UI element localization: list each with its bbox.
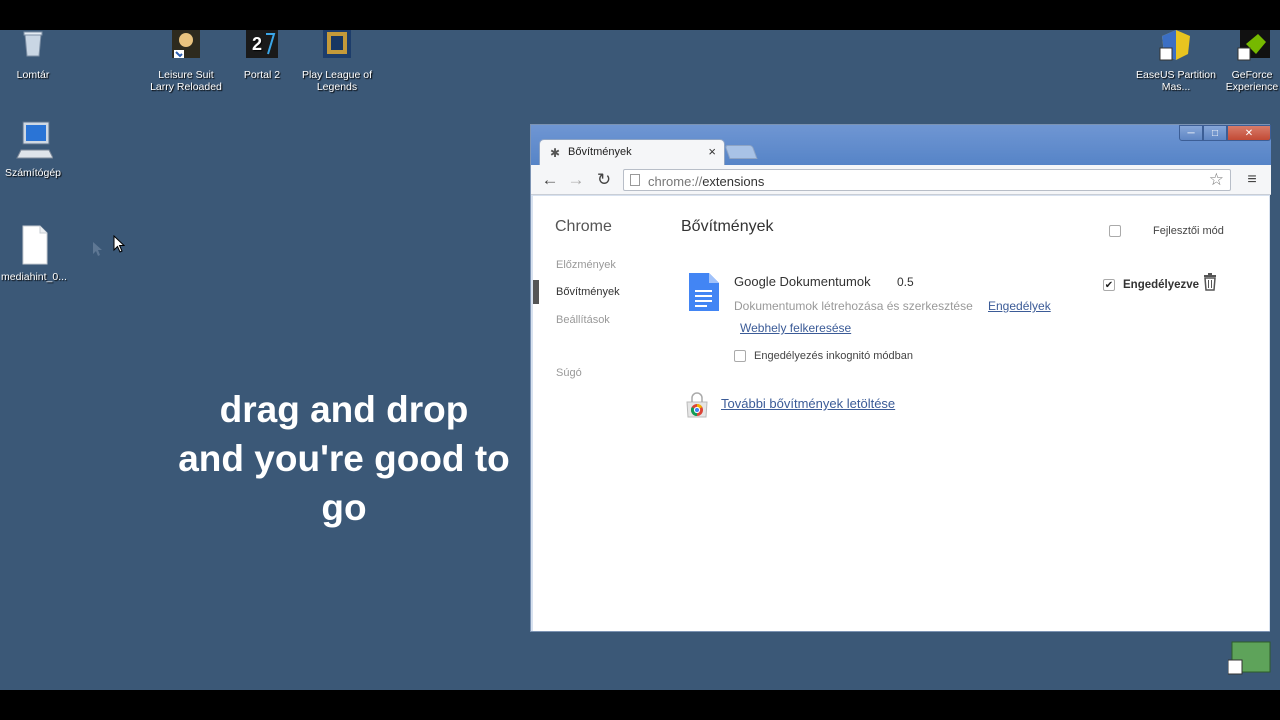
enabled-checkbox[interactable]: ✔ (1103, 279, 1115, 291)
visit-website-link[interactable]: Webhely felkeresése (740, 321, 851, 335)
desktop-icon-label: Play League of Legends (301, 69, 373, 93)
desktop-icon-label: EaseUS Partition Mas... (1136, 69, 1216, 93)
letterbox-bottom (0, 690, 1280, 720)
overlay-caption-line: and you're good to (178, 438, 510, 479)
permissions-link[interactable]: Engedélyek (988, 299, 1051, 313)
extensions-page: Chrome Előzmények Bővítmények Beállításo… (533, 196, 1269, 631)
developer-mode-label: Fejlesztői mód (1153, 225, 1224, 237)
extension-version: 0.5 (897, 275, 914, 289)
menu-icon[interactable]: ≡ (1241, 170, 1263, 190)
back-arrow-icon[interactable]: ← (540, 170, 560, 190)
sidebar-item-extensions[interactable]: Bővítmények (556, 286, 620, 298)
svg-text:2: 2 (252, 34, 262, 54)
reload-icon[interactable]: ↻ (594, 170, 614, 190)
game-shortcut-icon (172, 30, 200, 58)
chrome-window: ✱ Bővítmények × ─ □ ✕ ← → ↻ chrome://ext… (530, 124, 1271, 632)
forward-arrow-icon[interactable]: → (566, 170, 586, 190)
recycle-bin-icon (23, 31, 43, 57)
puzzle-icon: ✱ (550, 146, 561, 160)
developer-mode-checkbox[interactable] (1109, 225, 1121, 237)
tab-close-icon[interactable]: × (708, 144, 716, 159)
address-bar[interactable]: chrome://extensions ☆ (623, 169, 1231, 191)
app-shortcut-icon (1237, 30, 1270, 61)
enabled-label: Engedélyezve (1123, 279, 1200, 291)
tab-title: Bővítmények (568, 146, 632, 158)
url-path: extensions (702, 174, 765, 189)
sidebar-item-history[interactable]: Előzmények (556, 259, 616, 271)
overlay-caption-line: drag and drop (219, 389, 469, 430)
incognito-checkbox[interactable] (734, 350, 746, 362)
desktop-icon-mediahint-file[interactable]: mediahint_0... (0, 224, 74, 283)
ghost-cursor-icon (93, 242, 102, 256)
sidebar-item-help[interactable]: Súgó (556, 367, 582, 379)
computer-icon (16, 121, 53, 159)
game-shortcut-icon (323, 30, 351, 58)
trash-icon[interactable] (1202, 273, 1218, 291)
sidebar-title: Chrome (555, 218, 612, 235)
url-scheme: chrome:// (648, 174, 703, 189)
desktop-icon-recycle-bin[interactable]: Lomtár (0, 30, 73, 81)
tab-extensions[interactable]: ✱ Bővítmények × (539, 139, 725, 165)
page-icon (630, 174, 640, 186)
sidebar-item-settings[interactable]: Beállítások (556, 314, 610, 326)
desktop: Lomtár Leisure Suit Larry Reloaded 2 Por… (0, 30, 1280, 690)
mouse-cursor-icon (113, 235, 125, 253)
file-icon (22, 225, 48, 265)
overlay-caption-line: go (321, 487, 367, 528)
desktop-icon-league-of-legends[interactable]: Play League of Legends (297, 30, 377, 93)
game-shortcut-icon: 2 (246, 30, 278, 58)
letterbox-top (0, 0, 1280, 30)
desktop-icon-label: Lomtár (16, 69, 50, 81)
shortcut-icon[interactable] (1228, 638, 1274, 678)
desktop-icon-label: Leisure Suit Larry Reloaded (150, 69, 222, 93)
app-shortcut-icon (1159, 30, 1190, 61)
web-store-icon (686, 392, 708, 418)
desktop-icon-computer[interactable]: Számítógép (0, 120, 73, 179)
desktop-icon-label: GeForce Experience (1225, 69, 1279, 93)
incognito-label: Engedélyezés inkognitó módban (754, 350, 914, 362)
page-title: Bővítmények (681, 218, 774, 235)
close-window-button[interactable]: ✕ (1227, 125, 1271, 141)
desktop-icon-label: Portal 2 (243, 69, 281, 81)
overlay-caption: drag and drop and you're good to go (150, 385, 538, 532)
google-docs-icon (689, 273, 719, 311)
desktop-icon-leisure-suit-larry[interactable]: Leisure Suit Larry Reloaded (146, 30, 226, 93)
edge-fragment (1271, 266, 1280, 278)
url-text: chrome://extensions (648, 174, 764, 189)
minimize-button[interactable]: ─ (1179, 125, 1203, 141)
desktop-icon-label: mediahint_0... (1, 271, 67, 283)
desktop-icon-geforce-experience[interactable]: GeForce Experience (1212, 30, 1280, 93)
sidebar-active-marker (533, 280, 539, 304)
toolbar: ← → ↻ chrome://extensions ☆ ≡ (531, 165, 1271, 195)
more-extensions-link[interactable]: További bővítmények letöltése (721, 396, 895, 411)
window-controls: ─ □ ✕ (1179, 125, 1271, 141)
desktop-icon-label: Számítógép (4, 167, 62, 179)
extension-name: Google Dokumentumok (734, 274, 871, 289)
bookmark-star-icon[interactable]: ☆ (1209, 170, 1224, 190)
maximize-button[interactable]: □ (1203, 125, 1227, 141)
extension-description: Dokumentumok létrehozása és szerkesztése (734, 299, 973, 313)
new-tab-button[interactable] (724, 145, 758, 159)
desktop-icon-easeus[interactable]: EaseUS Partition Mas... (1136, 30, 1216, 93)
desktop-icon-portal-2[interactable]: 2 Portal 2 (222, 30, 302, 81)
